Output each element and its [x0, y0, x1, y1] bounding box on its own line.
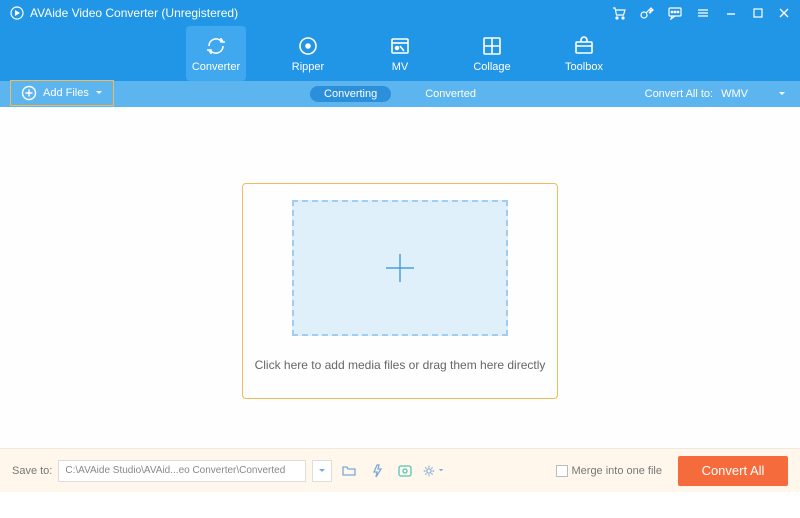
merge-label: Merge into one file	[572, 465, 663, 477]
open-folder-button[interactable]	[338, 460, 360, 482]
tab-converted[interactable]: Converted	[411, 86, 490, 102]
nav-label: MV	[392, 61, 409, 73]
convert-all-button[interactable]: Convert All	[678, 456, 788, 486]
save-to-label: Save to:	[12, 465, 52, 477]
path-dropdown[interactable]	[312, 460, 332, 482]
app-title: AVAide Video Converter (Unregistered)	[30, 6, 612, 20]
titlebar: AVAide Video Converter (Unregistered)	[0, 0, 800, 26]
tab-converting[interactable]: Converting	[310, 86, 391, 102]
nav-label: Converter	[192, 61, 240, 73]
convert-all-to: Convert All to: WMV	[645, 88, 786, 100]
settings-button[interactable]	[422, 460, 444, 482]
save-path-field[interactable]: C:\AVAide Studio\AVAid...eo Converter\Co…	[58, 460, 306, 482]
sub-tabs: Converting Converted	[310, 86, 490, 102]
bottom-bar: Save to: C:\AVAide Studio\AVAid...eo Con…	[0, 448, 800, 492]
nav-collage[interactable]: Collage	[462, 26, 522, 81]
chevron-down-icon	[318, 467, 326, 475]
nav-label: Collage	[473, 61, 510, 73]
nav-label: Toolbox	[565, 61, 603, 73]
add-files-label: Add Files	[43, 87, 89, 99]
convert-all-label: Convert All to:	[645, 88, 713, 100]
drop-target[interactable]	[292, 200, 508, 336]
menu-icon[interactable]	[696, 6, 710, 20]
plus-icon	[380, 248, 420, 288]
nav-label: Ripper	[292, 61, 324, 73]
minimize-icon[interactable]	[724, 6, 738, 20]
maximize-icon[interactable]	[752, 7, 764, 19]
nav-ripper[interactable]: Ripper	[278, 26, 338, 81]
format-select[interactable]: WMV	[721, 88, 786, 100]
merge-checkbox[interactable]: Merge into one file	[556, 465, 663, 477]
format-value: WMV	[721, 88, 748, 100]
app-logo-icon	[10, 6, 24, 20]
nav-converter[interactable]: Converter	[186, 26, 246, 81]
nav-toolbox[interactable]: Toolbox	[554, 26, 614, 81]
nav-mv[interactable]: MV	[370, 26, 430, 81]
cart-icon[interactable]	[612, 6, 626, 20]
main-area: Click here to add media files or drag th…	[0, 107, 800, 448]
chevron-down-icon	[438, 467, 444, 474]
key-icon[interactable]	[640, 6, 654, 20]
gpu-accel-button[interactable]	[366, 460, 388, 482]
chevron-down-icon	[95, 89, 103, 97]
add-files-button[interactable]: Add Files	[10, 80, 114, 106]
checkbox-icon	[556, 465, 568, 477]
close-icon[interactable]	[778, 7, 790, 19]
subbar: Add Files Converting Converted Convert A…	[0, 81, 800, 107]
dropzone[interactable]: Click here to add media files or drag th…	[242, 183, 558, 399]
feedback-icon[interactable]	[668, 6, 682, 20]
main-nav: Converter Ripper MV Collage Toolbox	[0, 26, 800, 81]
dropzone-text: Click here to add media files or drag th…	[255, 358, 546, 372]
window-controls	[612, 6, 790, 20]
high-speed-button[interactable]	[394, 460, 416, 482]
chevron-down-icon	[778, 90, 786, 98]
